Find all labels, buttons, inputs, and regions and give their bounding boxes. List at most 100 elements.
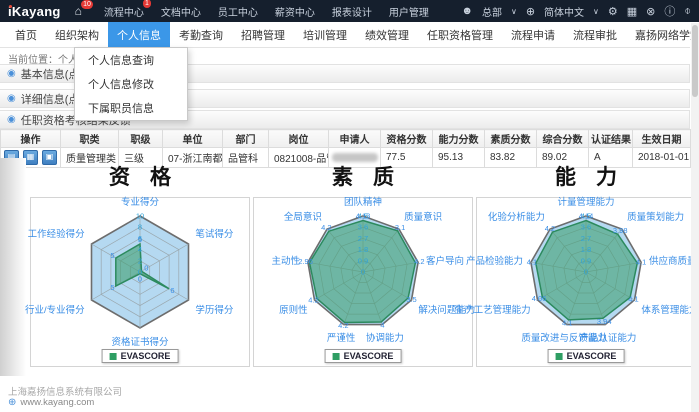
svg-text:5: 5 <box>110 283 114 292</box>
svg-text:计量管理能力: 计量管理能力 <box>557 196 614 208</box>
main-nav: 首页组织架构个人信息考勤查询招聘管理培训管理绩效管理任职资格管理流程申请流程审批… <box>0 22 690 48</box>
svg-text:4: 4 <box>138 245 142 254</box>
footer-website-link[interactable]: www.kayang.com <box>20 397 94 408</box>
nav-item-首页[interactable]: 首页 <box>6 22 46 47</box>
svg-text:产品检验能力: 产品检验能力 <box>466 255 523 267</box>
collapse-icon: ◉ <box>7 68 16 79</box>
dropdown-item[interactable]: 个人信息查询 <box>75 48 187 72</box>
svg-text:3.1: 3.1 <box>395 223 405 232</box>
svg-text:1.8: 1.8 <box>358 245 368 254</box>
svg-text:0.9: 0.9 <box>581 256 591 265</box>
svg-text:主动性: 主动性 <box>271 255 300 267</box>
table-header: 资格分数 <box>381 130 433 148</box>
logo-dot-icon <box>9 5 12 8</box>
nav-item-绩效管理[interactable]: 绩效管理 <box>356 22 418 47</box>
quality-radar-chart: 4.53.62.71.80.904.133.14.23.544.24.22.96… <box>254 200 472 350</box>
topbar-menu-item[interactable]: 报表设计 <box>332 4 372 19</box>
svg-text:团队精神: 团队精神 <box>344 196 382 208</box>
svg-text:3.6: 3.6 <box>581 223 591 232</box>
dropdown-item[interactable]: 下属职员信息 <box>75 96 187 120</box>
svg-text:体系管理能力: 体系管理能力 <box>641 304 698 316</box>
chart-title: 资格 <box>30 161 250 197</box>
legend-swatch <box>110 353 117 360</box>
table-header: 申请人 <box>329 130 381 148</box>
app-logo[interactable]: iKayang <box>8 4 61 19</box>
topbar-menu-item[interactable]: 流程中心1 <box>104 4 144 19</box>
svg-text:4.2: 4.2 <box>414 257 424 266</box>
settings-icon[interactable]: ⚙ <box>608 5 618 18</box>
nav-item-流程申请[interactable]: 流程申请 <box>502 22 564 47</box>
table-header: 单位 <box>163 130 223 148</box>
notification-badge: 10 <box>81 0 93 9</box>
legend-swatch <box>556 353 563 360</box>
app-logo-text: iKayang <box>8 4 61 19</box>
svg-text:5: 5 <box>110 251 114 260</box>
table-header: 职类 <box>61 130 119 148</box>
chart-legend[interactable]: EVASCORE <box>102 349 179 363</box>
chart-legend[interactable]: EVASCORE <box>325 349 402 363</box>
topbar-menu-item[interactable]: 用户管理 <box>389 4 429 19</box>
ability-radar-chart: 4.53.62.71.80.904.143.984.14.13.944.14.0… <box>477 200 695 350</box>
topbar-right: ☻ 总部 ∨ ⊕ 简体中文 ∨ ⚙ ▦ ⊗ ⓘ ⌽ <box>461 3 691 19</box>
svg-text:4.2: 4.2 <box>321 223 331 232</box>
language-selector[interactable]: 简体中文 <box>544 4 584 19</box>
svg-text:原则性: 原则性 <box>279 304 308 316</box>
topbar: iKayang ⌂ 10 流程中心1 文档中心 员工中心 薪资中心 报表设计 用户管理 ☻… <box>0 0 699 22</box>
svg-text:10: 10 <box>136 212 144 221</box>
table-header: 职级 <box>119 130 163 148</box>
table-header: 操作 <box>1 130 61 148</box>
nav-item-招聘管理[interactable]: 招聘管理 <box>232 22 294 47</box>
nav-item-个人信息[interactable]: 个人信息 <box>108 22 170 47</box>
collapse-icon: ◉ <box>7 93 16 104</box>
vertical-scrollbar[interactable] <box>691 23 699 412</box>
chevron-down-icon: ∨ <box>511 7 517 16</box>
table-header: 部门 <box>223 130 269 148</box>
globe-icon: ⊕ <box>8 397 16 408</box>
svg-text:0.9: 0.9 <box>358 256 368 265</box>
power-icon[interactable]: ⌽ <box>684 5 691 18</box>
org-selector[interactable]: 总部 <box>482 4 502 19</box>
svg-text:3.5: 3.5 <box>406 295 416 304</box>
svg-text:质量改进与反馈能力: 质量改进与反馈能力 <box>521 332 607 344</box>
info-icon[interactable]: ⓘ <box>664 3 675 19</box>
chevron-down-icon: ∨ <box>593 7 599 16</box>
nav-item-任职资格管理[interactable]: 任职资格管理 <box>418 22 502 47</box>
topbar-menu-item[interactable]: 薪资中心 <box>275 4 315 19</box>
topbar-menu-item[interactable]: 文档中心 <box>161 4 201 19</box>
svg-text:学历得分: 学历得分 <box>195 304 234 316</box>
quality-chart-block: 素质 4.53.62.71.80.904.133.14.23.544.24.22… <box>253 161 473 367</box>
svg-text:2.96: 2.96 <box>298 257 313 266</box>
user-icon: ☻ <box>461 5 473 17</box>
qualification-chart-block: 资格 1086420506055专业得分笔试得分学历得分资格证书得分行业/专业得… <box>30 161 250 367</box>
svg-text:8: 8 <box>138 223 142 232</box>
svg-text:0: 0 <box>584 268 588 277</box>
svg-text:2.7: 2.7 <box>581 234 591 243</box>
svg-text:4.13: 4.13 <box>356 212 371 221</box>
svg-text:6: 6 <box>170 286 174 295</box>
topbar-menu-item[interactable]: 员工中心 <box>218 4 258 19</box>
legend-label: EVASCORE <box>344 351 394 361</box>
footer-company: 上海嘉扬信息系统有限公司 <box>8 384 122 398</box>
nav-item-流程审批[interactable]: 流程审批 <box>564 22 626 47</box>
nav-item-培训管理[interactable]: 培训管理 <box>294 22 356 47</box>
table-header: 岗位 <box>269 130 329 148</box>
nav-item-组织架构[interactable]: 组织架构 <box>46 22 108 47</box>
table-header: 素质分数 <box>485 130 537 148</box>
svg-text:全局意识: 全局意识 <box>284 211 322 223</box>
svg-text:5: 5 <box>138 235 142 244</box>
chart-panel: 4.53.62.71.80.904.143.984.14.13.944.14.0… <box>476 197 696 367</box>
apps-grid-icon[interactable]: ▦ <box>627 5 637 18</box>
legend-label: EVASCORE <box>121 351 171 361</box>
nav-item-考勤查询[interactable]: 考勤查询 <box>170 22 232 47</box>
dropdown-item[interactable]: 个人信息修改 <box>75 72 187 96</box>
svg-text:协调能力: 协调能力 <box>366 332 404 344</box>
home-button[interactable]: ⌂ 10 <box>75 4 82 18</box>
left-shade <box>0 158 26 376</box>
table-header: 综合分数 <box>537 130 589 148</box>
svg-text:4.06: 4.06 <box>532 294 547 303</box>
close-session-icon[interactable]: ⊗ <box>646 5 655 18</box>
nav-item-嘉扬网络学堂[interactable]: 嘉扬网络学堂 <box>626 22 699 47</box>
scrollbar-thumb[interactable] <box>692 25 698 97</box>
chart-legend[interactable]: EVASCORE <box>548 349 625 363</box>
svg-text:4.1: 4.1 <box>562 319 572 328</box>
